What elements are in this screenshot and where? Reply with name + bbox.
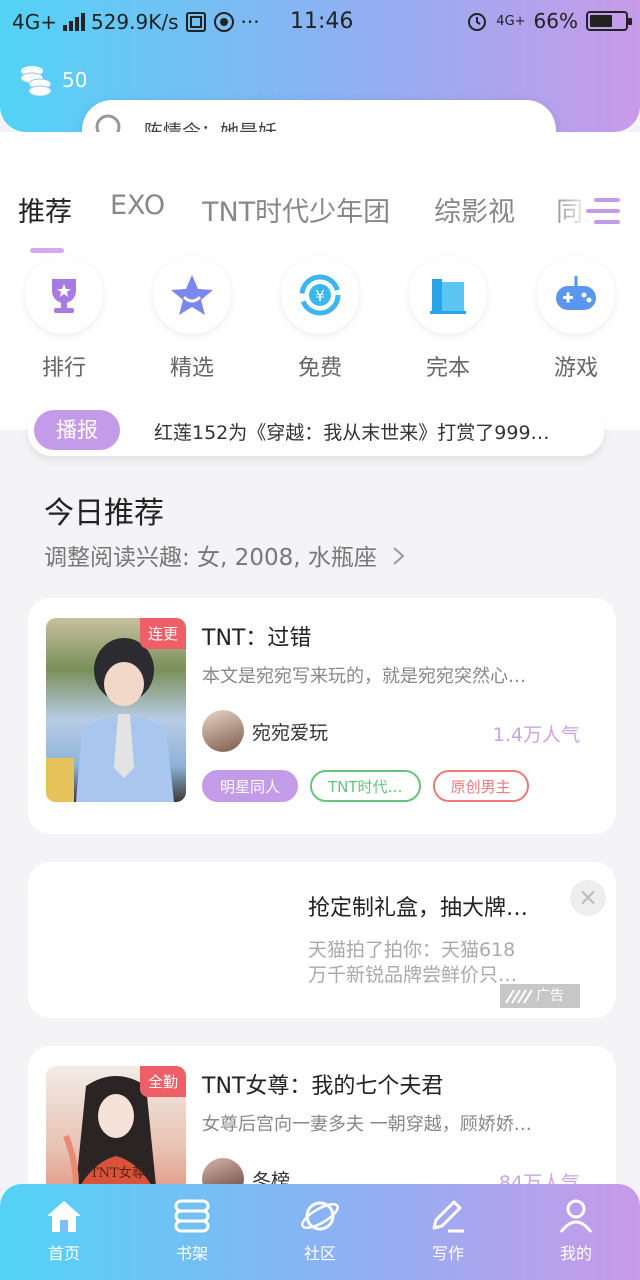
- attendance-badge: 全勤: [139, 1066, 186, 1097]
- book-card[interactable]: 连更 TNT：过错 本文是宛宛写来玩的，就是宛宛突然心… 宛宛爱玩 1.4万人气…: [28, 598, 616, 834]
- ad-close-button[interactable]: ×: [570, 880, 606, 916]
- tag-chip[interactable]: 原创男主: [432, 770, 529, 802]
- broadcast-bar[interactable]: 播报 红莲152为《穿越：我从末世来》打赏了999…: [28, 408, 604, 456]
- clock: 11:46: [290, 9, 354, 34]
- chevron-right-icon: [393, 547, 405, 565]
- interest-adjust-link[interactable]: 调整阅读兴趣: 女, 2008, 水瓶座: [44, 538, 408, 572]
- signal-icon: [62, 13, 85, 31]
- alarm-icon: [468, 13, 487, 31]
- sync-notification-icon: [213, 12, 234, 32]
- update-badge: 连更: [139, 618, 186, 649]
- nav-home[interactable]: 首页: [0, 1184, 128, 1280]
- network-right-label: 4G+: [496, 13, 526, 29]
- section-title: 今日推荐: [44, 496, 164, 531]
- network-speed: 529.9K/s: [90, 10, 179, 34]
- battery-percent: 66%: [533, 9, 578, 33]
- ad-card[interactable]: 抢定制礼盒，抽大牌… 天猫拍了拍你：天猫618 万千新锐品牌尝鲜价只… × 广告: [28, 862, 616, 1018]
- trophy-icon: [52, 279, 76, 313]
- coin-count: 50: [62, 68, 88, 92]
- author-name: 宛宛爱玩: [252, 721, 329, 744]
- author-avatar: [202, 710, 244, 752]
- category-tabs: 推荐 EXO TNT时代少年团 综影视 同人: [0, 190, 640, 250]
- book-tags: 明星同人 TNT时代… 原创男主: [202, 770, 529, 802]
- popularity-count: 1.4万人气: [492, 724, 580, 746]
- ad-logo-icon: [505, 989, 533, 1004]
- network-label: 4G+: [12, 10, 57, 34]
- battery-icon: [586, 11, 632, 31]
- cover-caption: TNT女尊: [90, 1166, 145, 1181]
- broadcast-text: 红莲152为《穿越：我从末世来》打赏了999…: [154, 422, 550, 444]
- tab-exo[interactable]: EXO: [110, 190, 165, 221]
- shortcut-games[interactable]: 游戏: [526, 256, 626, 382]
- nav-write[interactable]: 写作: [384, 1184, 512, 1280]
- bookshelf-icon: [174, 1199, 210, 1233]
- author-row[interactable]: 宛宛爱玩: [202, 710, 328, 752]
- nav-community[interactable]: 社区: [256, 1184, 384, 1280]
- shortcut-ranking[interactable]: 排行: [14, 256, 114, 382]
- book-title: TNT女尊：我的七个夫君: [202, 1074, 444, 1099]
- tab-tnt[interactable]: TNT时代少年团: [202, 190, 390, 229]
- pen-icon: [432, 1200, 464, 1233]
- star-icon: [171, 275, 213, 315]
- ad-description: 天猫拍了拍你：天猫618 万千新锐品牌尝鲜价只…: [308, 939, 518, 986]
- shortcut-grid: 排行 精选 ¥ 免费 完本 游戏: [0, 256, 640, 386]
- nav-profile[interactable]: 我的: [512, 1184, 640, 1280]
- broadcast-badge: 播报: [34, 410, 120, 450]
- svg-text:¥: ¥: [315, 287, 325, 305]
- tab-indicator: [30, 248, 64, 253]
- coin-balance[interactable]: 50: [18, 64, 87, 96]
- coins-icon: [20, 66, 52, 96]
- more-notifications-icon: ···: [240, 10, 260, 34]
- home-icon: [47, 1201, 81, 1232]
- gamepad-icon: [556, 276, 596, 310]
- ad-title: 抢定制礼盒，抽大牌…: [308, 896, 529, 921]
- user-icon: [559, 1199, 593, 1233]
- shortcut-free[interactable]: ¥ 免费: [270, 256, 370, 382]
- tab-recommended[interactable]: 推荐: [18, 190, 72, 229]
- tab-menu-icon[interactable]: [586, 194, 620, 228]
- book-description: 女尊后宫向一妻多夫 一朝穿越，顾娇娇…: [202, 1114, 532, 1135]
- ad-badge: 广告: [500, 984, 580, 1008]
- book-title: TNT：过错: [202, 626, 312, 651]
- planet-icon: [301, 1201, 339, 1231]
- book-icon: [430, 279, 466, 314]
- tag-chip[interactable]: 明星同人: [202, 770, 299, 802]
- bottom-navigation: 首页 书架 社区 写作 我的: [0, 1184, 640, 1280]
- yen-cycle-icon: ¥: [299, 274, 341, 316]
- shortcut-featured[interactable]: 精选: [142, 256, 242, 382]
- nav-bookshelf[interactable]: 书架: [128, 1184, 256, 1280]
- book-cover: 连更: [46, 618, 186, 802]
- book-description: 本文是宛宛写来玩的，就是宛宛突然心…: [202, 666, 526, 687]
- screenshot-notification-icon: [185, 12, 206, 32]
- status-bar: 4G+ 529.9K/s ··· 11:46 4G+ 66%: [0, 0, 640, 44]
- shortcut-completed[interactable]: 完本: [398, 256, 498, 382]
- tag-chip[interactable]: TNT时代…: [310, 770, 421, 802]
- tab-variety[interactable]: 综影视: [434, 190, 515, 229]
